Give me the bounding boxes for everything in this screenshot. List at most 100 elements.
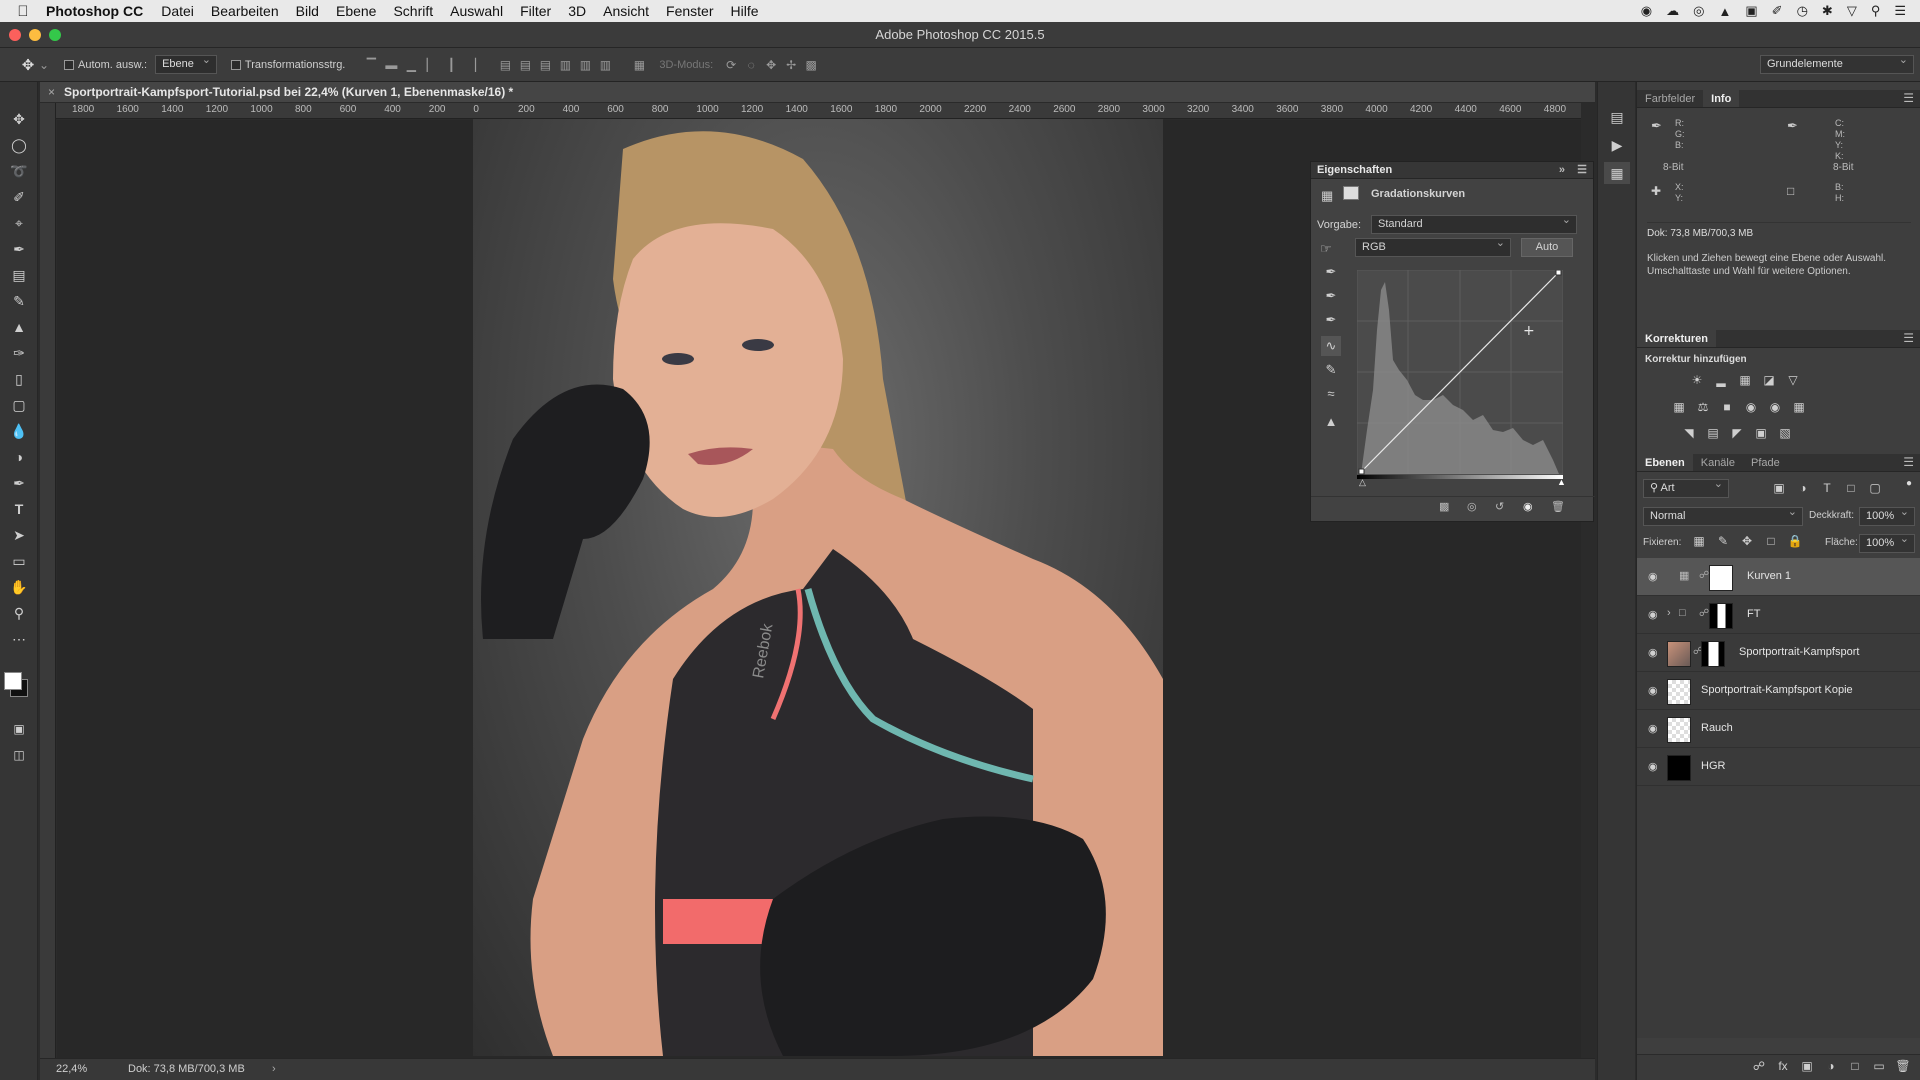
- align-top-icon[interactable]: ▔: [361, 58, 381, 72]
- levels-icon[interactable]: ▂: [1712, 373, 1730, 387]
- hand-tool-icon[interactable]: ✋: [6, 576, 32, 598]
- corrections-panel-menu-icon[interactable]: ☰: [1903, 331, 1914, 345]
- eyedropper-tool-icon[interactable]: ✒: [6, 238, 32, 260]
- sample-white-eyedropper-icon[interactable]: ✒: [1321, 310, 1341, 330]
- menu-hilfe[interactable]: Hilfe: [731, 3, 759, 19]
- tab-kanaele[interactable]: Kanäle: [1693, 454, 1743, 471]
- minimize-window-button[interactable]: [29, 29, 41, 41]
- wifi-icon[interactable]: ▽: [1847, 3, 1857, 19]
- menu-datei[interactable]: Datei: [161, 3, 194, 19]
- channel-mixer-icon[interactable]: ◉: [1766, 400, 1784, 414]
- distribute-top-icon[interactable]: ▤: [495, 58, 515, 72]
- list-icon[interactable]: ☰: [1894, 3, 1906, 19]
- apple-icon[interactable]: : [0, 3, 46, 20]
- target-adjust-icon[interactable]: ☞: [1320, 241, 1332, 257]
- dodge-tool-icon[interactable]: ◑: [6, 446, 32, 468]
- menu-ansicht[interactable]: Ansicht: [603, 3, 649, 19]
- scale-3d-icon[interactable]: ▩: [801, 58, 821, 72]
- sample-gray-eyedropper-icon[interactable]: ✒: [1321, 286, 1341, 306]
- layer-mask-icon[interactable]: [1343, 186, 1359, 200]
- menu-ebene[interactable]: Ebene: [336, 3, 376, 19]
- invert-icon[interactable]: ◥: [1680, 426, 1698, 440]
- eye-icon[interactable]: ◉: [1648, 722, 1658, 735]
- hue-saturation-icon[interactable]: ▦: [1670, 400, 1688, 414]
- color-balance-icon[interactable]: ⚖: [1694, 400, 1712, 414]
- align-vcenter-icon[interactable]: ▬: [381, 58, 401, 72]
- filter-toggle-icon[interactable]: ●: [1906, 478, 1912, 489]
- tab-farbfelder[interactable]: Farbfelder: [1637, 90, 1703, 107]
- layer-row[interactable]: ◉ ▦ ☍ Kurven 1: [1637, 558, 1920, 596]
- clip-to-layer-icon[interactable]: ▩: [1439, 500, 1449, 513]
- expand-group-icon[interactable]: ›: [1667, 607, 1671, 619]
- zoom-window-button[interactable]: [49, 29, 61, 41]
- menu-bild[interactable]: Bild: [296, 3, 319, 19]
- new-group-icon[interactable]: □: [1846, 1059, 1864, 1073]
- menu-filter[interactable]: Filter: [520, 3, 551, 19]
- actions-panel-icon[interactable]: ▶: [1604, 134, 1630, 156]
- lock-position-icon[interactable]: ✥: [1738, 534, 1756, 548]
- collapse-panel-icon[interactable]: »: [1559, 162, 1565, 179]
- vibrance-icon[interactable]: ▽: [1784, 373, 1802, 387]
- edit-points-icon[interactable]: ∿: [1321, 336, 1341, 356]
- screen-mode-icon[interactable]: ◫: [6, 744, 32, 766]
- gradient-tool-icon[interactable]: ▢: [6, 394, 32, 416]
- new-adjustment-icon[interactable]: ◑: [1822, 1059, 1840, 1073]
- search-icon[interactable]: ⚲: [1871, 3, 1881, 19]
- layer-row[interactable]: ◉ HGR: [1637, 748, 1920, 786]
- type-tool-icon[interactable]: T: [6, 498, 32, 520]
- align-right-icon[interactable]: ▕: [461, 58, 481, 72]
- panel-menu-icon[interactable]: ☰: [1577, 162, 1587, 179]
- lock-all-icon[interactable]: 🔒: [1786, 534, 1804, 548]
- align-left-icon[interactable]: ▏: [421, 58, 441, 72]
- tab-info[interactable]: Info: [1703, 90, 1740, 107]
- chevron-down-icon[interactable]: ⌄: [38, 58, 50, 72]
- time-machine-icon[interactable]: ◷: [1797, 3, 1808, 19]
- white-point-slider[interactable]: ▲: [1557, 477, 1566, 487]
- reset-adjustment-icon[interactable]: ↺: [1495, 500, 1504, 513]
- posterize-icon[interactable]: ▤: [1704, 426, 1722, 440]
- tab-korrekturen[interactable]: Korrekturen: [1637, 330, 1716, 347]
- auto-select-dropdown[interactable]: Ebene: [155, 52, 217, 74]
- auto-align-icon[interactable]: ▦: [629, 58, 649, 72]
- brush-tool-icon[interactable]: ✎: [6, 290, 32, 312]
- link-icon[interactable]: ☍: [1699, 608, 1709, 619]
- brightness-icon[interactable]: ☀: [1688, 373, 1706, 387]
- link-layers-icon[interactable]: ☍: [1750, 1059, 1768, 1073]
- eye-icon[interactable]: ◉: [1648, 570, 1658, 583]
- quick-mask-icon[interactable]: ▣: [6, 718, 32, 740]
- menu-bearbeiten[interactable]: Bearbeiten: [211, 3, 279, 19]
- layer-thumbnail[interactable]: [1667, 717, 1691, 743]
- menu-fenster[interactable]: Fenster: [666, 3, 713, 19]
- eye-icon[interactable]: ◉: [1648, 646, 1658, 659]
- layer-row[interactable]: ◉ Sportportrait-Kampfsport Kopie: [1637, 672, 1920, 710]
- filter-pixel-icon[interactable]: ▣: [1770, 481, 1788, 495]
- rectangle-tool-icon[interactable]: ▭: [6, 550, 32, 572]
- menu-schrift[interactable]: Schrift: [393, 3, 433, 19]
- cloud-icon[interactable]: ☁: [1666, 3, 1679, 19]
- layer-row[interactable]: ◉ › □ ☍ FT: [1637, 596, 1920, 634]
- sample-black-eyedropper-icon[interactable]: ✒: [1321, 262, 1341, 282]
- display-icon[interactable]: ▣: [1745, 3, 1757, 19]
- distribute-vcenter-icon[interactable]: ▤: [515, 58, 535, 72]
- tab-pfade[interactable]: Pfade: [1743, 454, 1788, 471]
- foreground-color-swatch[interactable]: [4, 672, 22, 690]
- clone-stamp-tool-icon[interactable]: ▲: [6, 316, 32, 338]
- menu-auswahl[interactable]: Auswahl: [450, 3, 503, 19]
- filter-type-icon[interactable]: T: [1818, 481, 1836, 495]
- workspace-dropdown[interactable]: Grundelemente: [1760, 52, 1914, 74]
- quick-select-tool-icon[interactable]: ✐: [6, 186, 32, 208]
- close-window-button[interactable]: [9, 29, 21, 41]
- layer-thumbnail[interactable]: [1667, 679, 1691, 705]
- photo-filter-icon[interactable]: ◉: [1742, 400, 1760, 414]
- tab-ebenen[interactable]: Ebenen: [1637, 454, 1693, 471]
- menu-app-name[interactable]: Photoshop CC: [46, 3, 143, 19]
- history-panel-icon[interactable]: ▤: [1604, 106, 1630, 128]
- transform-controls-checkbox[interactable]: Transformationsstrg.: [230, 59, 345, 71]
- auto-select-checkbox[interactable]: Autom. ausw.:: [64, 59, 147, 71]
- layer-row[interactable]: ◉ Rauch: [1637, 710, 1920, 748]
- align-hcenter-icon[interactable]: ┃: [441, 58, 461, 72]
- gradient-map-icon[interactable]: ▧: [1776, 426, 1794, 440]
- layer-style-fx-icon[interactable]: fx: [1774, 1059, 1792, 1073]
- info-panel-menu-icon[interactable]: ☰: [1903, 91, 1914, 105]
- eye-icon[interactable]: ◉: [1648, 608, 1658, 621]
